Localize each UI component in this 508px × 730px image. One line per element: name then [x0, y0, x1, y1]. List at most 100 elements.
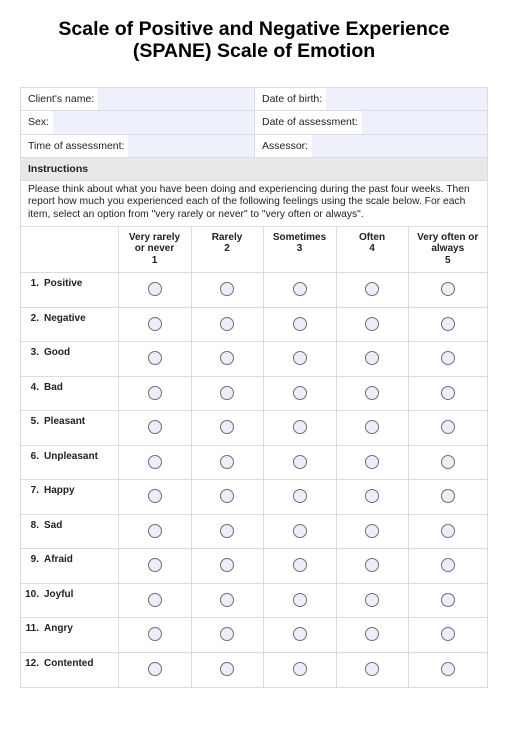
- radio-button-1[interactable]: [147, 489, 162, 504]
- radio-button-2[interactable]: [220, 420, 234, 435]
- sex-cell: Sex:: [21, 111, 254, 134]
- option-cell: [263, 272, 337, 308]
- radio-button-2[interactable]: [220, 385, 234, 400]
- radio-button-3[interactable]: [292, 316, 307, 331]
- sex-field[interactable]: [53, 111, 254, 133]
- radio-button-1[interactable]: [147, 420, 162, 435]
- radio-button-2[interactable]: [220, 661, 234, 676]
- radio-button-3[interactable]: [292, 351, 307, 366]
- radio-button-3[interactable]: [292, 592, 307, 607]
- radio-button-4[interactable]: [365, 627, 379, 642]
- option-cell: [191, 307, 264, 343]
- radio-button-2[interactable]: [220, 454, 234, 469]
- radio-button-4[interactable]: [365, 592, 379, 607]
- radio-button-3[interactable]: [292, 627, 307, 642]
- radio-button-1[interactable]: [147, 351, 162, 366]
- radio-button-4[interactable]: [365, 661, 379, 676]
- radio-button-5[interactable]: [440, 661, 455, 676]
- radio-button-5[interactable]: [440, 523, 455, 538]
- option-cell: [263, 479, 337, 515]
- radio-button-5[interactable]: [440, 454, 455, 469]
- radio-button-3[interactable]: [292, 489, 307, 504]
- radio-button-1[interactable]: [147, 592, 162, 607]
- radio-button-4[interactable]: [365, 489, 379, 504]
- item-label-cell: 9. Afraid: [21, 548, 119, 584]
- radio-button-4[interactable]: [365, 420, 379, 435]
- option-cell: [263, 514, 337, 550]
- radio-button-2[interactable]: [220, 627, 234, 642]
- radio-button-2[interactable]: [220, 316, 234, 331]
- item-row: 11. Angry: [21, 617, 487, 653]
- radio-button-2[interactable]: [220, 523, 234, 538]
- radio-button-5[interactable]: [440, 282, 455, 297]
- radio-button-4[interactable]: [365, 523, 379, 538]
- option-cell: [408, 307, 487, 343]
- option-cell: [408, 583, 487, 619]
- radio-button-4[interactable]: [365, 454, 379, 469]
- item-label: Bad: [44, 381, 63, 393]
- item-label-cell: 4. Bad: [21, 376, 119, 412]
- item-label: Pleasant: [44, 416, 86, 428]
- radio-button-3[interactable]: [292, 454, 307, 469]
- radio-button-2[interactable]: [220, 351, 234, 366]
- radio-button-4[interactable]: [365, 282, 379, 297]
- radio-button-1[interactable]: [147, 282, 162, 297]
- radio-button-3[interactable]: [292, 385, 307, 400]
- radio-button-3[interactable]: [292, 420, 307, 435]
- radio-button-1[interactable]: [147, 523, 162, 538]
- radio-button-3[interactable]: [292, 523, 307, 538]
- option-cell: [263, 548, 337, 584]
- option-cell: [191, 410, 264, 446]
- radio-button-4[interactable]: [365, 558, 379, 573]
- item-number: 7.: [30, 485, 39, 497]
- scale-label: Rarely: [211, 231, 243, 243]
- radio-button-5[interactable]: [440, 592, 455, 607]
- instructions-heading: Instructions: [21, 157, 487, 181]
- radio-button-1[interactable]: [147, 454, 162, 469]
- option-cell: [118, 652, 192, 687]
- option-cell: [118, 445, 192, 481]
- item-label: Angry: [44, 623, 73, 635]
- radio-button-3[interactable]: [292, 558, 307, 573]
- option-cell: [191, 479, 264, 515]
- radio-button-5[interactable]: [440, 385, 455, 400]
- radio-button-2[interactable]: [220, 282, 234, 297]
- item-row: 5. Pleasant: [21, 410, 487, 446]
- radio-button-2[interactable]: [220, 489, 234, 504]
- radio-button-1[interactable]: [147, 316, 162, 331]
- option-cell: [336, 652, 409, 687]
- radio-button-5[interactable]: [440, 627, 455, 642]
- radio-button-3[interactable]: [292, 661, 307, 676]
- radio-button-5[interactable]: [440, 351, 455, 366]
- radio-button-5[interactable]: [440, 558, 455, 573]
- radio-button-1[interactable]: [147, 558, 162, 573]
- item-label: Happy: [44, 485, 75, 497]
- radio-button-2[interactable]: [220, 592, 234, 607]
- radio-button-5[interactable]: [440, 316, 455, 331]
- client-name-field[interactable]: [98, 88, 254, 110]
- date-assessment-field[interactable]: [362, 111, 487, 133]
- option-cell: [263, 341, 337, 377]
- time-assessment-field[interactable]: [128, 135, 254, 157]
- scale-header-3: Sometimes 3: [263, 226, 337, 274]
- item-number: 9.: [30, 554, 39, 566]
- radio-button-1[interactable]: [147, 661, 162, 676]
- radio-button-3[interactable]: [292, 282, 307, 297]
- rating-table: Very rarely or never 1 Rarely 2 Sometimes 3 …: [21, 226, 487, 687]
- radio-button-5[interactable]: [440, 420, 455, 435]
- radio-button-1[interactable]: [147, 385, 162, 400]
- dob-field[interactable]: [326, 88, 487, 110]
- assessor-field[interactable]: [312, 135, 487, 157]
- radio-button-4[interactable]: [365, 385, 379, 400]
- radio-button-2[interactable]: [220, 558, 234, 573]
- radio-button-4[interactable]: [365, 351, 379, 366]
- radio-button-4[interactable]: [365, 316, 379, 331]
- option-cell: [118, 410, 192, 446]
- radio-button-1[interactable]: [147, 627, 162, 642]
- sex-label: Sex:: [21, 111, 54, 134]
- item-number: 11.: [25, 623, 39, 635]
- item-label-cell: 8. Sad: [21, 514, 119, 550]
- scale-label: always: [431, 243, 465, 255]
- item-row: 8. Sad: [21, 514, 487, 550]
- radio-button-5[interactable]: [440, 489, 455, 504]
